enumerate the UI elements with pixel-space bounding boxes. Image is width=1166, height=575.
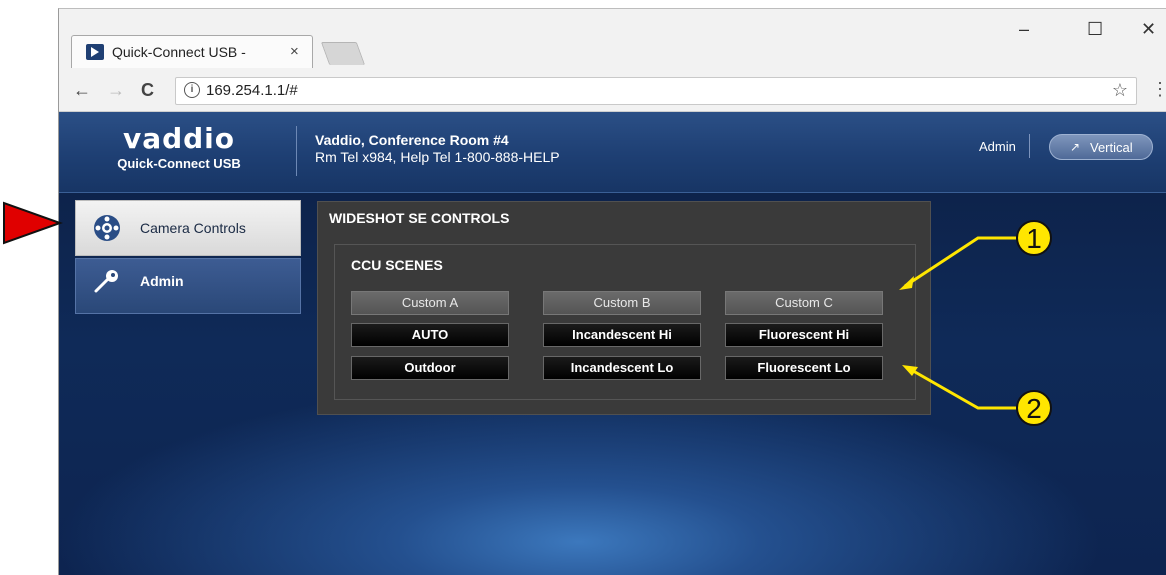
window-close-button[interactable]: ✕ [1141, 19, 1156, 40]
tab-title: Quick-Connect USB - [112, 44, 246, 60]
panel-title: WIDESHOT SE CONTROLS [329, 210, 510, 226]
fluorescent-hi-button[interactable]: Fluorescent Hi [725, 323, 883, 347]
custom-a-button[interactable]: Custom A [351, 291, 509, 315]
custom-c-button[interactable]: Custom C [725, 291, 883, 315]
logo-subtitle: Quick-Connect USB [117, 156, 241, 171]
browser-toolbar: ← → C i 169.254.1.1/# ☆ ⋮ [59, 71, 1166, 112]
vertical-label: Vertical [1090, 140, 1133, 155]
bookmark-star-icon[interactable]: ☆ [1112, 80, 1128, 101]
pointer-arrow-icon [3, 201, 63, 245]
custom-b-button[interactable]: Custom B [543, 291, 701, 315]
vertical-layout-icon: ↗ [1070, 140, 1081, 154]
outdoor-button[interactable]: Outdoor [351, 356, 509, 380]
vaddio-logo: vaddio Quick-Connect USB [89, 122, 269, 172]
minimize-button[interactable]: – [1019, 19, 1029, 40]
vaddio-favicon-icon [86, 44, 104, 60]
browser-tab[interactable]: Quick-Connect USB - × [71, 35, 313, 68]
back-arrow-icon[interactable]: ← [73, 80, 91, 101]
auto-button[interactable]: AUTO [351, 323, 509, 347]
ccu-scenes-group: CCU SCENES Custom A Custom B Custom C AU… [334, 244, 916, 400]
sidebar-item-label: Admin [140, 273, 184, 289]
new-tab-button[interactable] [320, 42, 366, 65]
reload-icon[interactable]: C [141, 80, 154, 101]
sidebar-item-admin[interactable]: Admin [75, 258, 301, 314]
fluorescent-lo-button[interactable]: Fluorescent Lo [725, 356, 883, 380]
vertical-layout-button[interactable]: ↗ Vertical [1049, 134, 1153, 160]
incandescent-lo-button[interactable]: Incandescent Lo [543, 356, 701, 380]
browser-menu-icon[interactable]: ⋮ [1151, 79, 1166, 100]
app-header: vaddio Quick-Connect USB Vaddio, Confere… [59, 112, 1166, 193]
room-title: Vaddio, Conference Room #4 [315, 132, 509, 148]
url-text[interactable]: 169.254.1.1/# [206, 82, 298, 99]
logo-text: vaddio [122, 122, 236, 155]
room-contact: Rm Tel x984, Help Tel 1-800-888-HELP [315, 149, 560, 165]
group-title: CCU SCENES [351, 257, 443, 273]
forward-arrow-icon[interactable]: → [107, 80, 125, 101]
wideshot-controls-panel: WIDESHOT SE CONTROLS CCU SCENES Custom A… [317, 201, 931, 415]
maximize-button[interactable]: ☐ [1087, 19, 1103, 40]
header-divider [296, 126, 297, 176]
browser-titlebar: Quick-Connect USB - × – ☐ ✕ [59, 9, 1166, 71]
tab-close-icon[interactable]: × [290, 43, 299, 60]
incandescent-hi-button[interactable]: Incandescent Hi [543, 323, 701, 347]
header-divider-right [1029, 134, 1030, 158]
camera-controls-icon [94, 215, 120, 241]
info-icon[interactable]: i [184, 82, 200, 98]
sidebar-item-label: Camera Controls [140, 220, 246, 236]
user-admin-label[interactable]: Admin [979, 139, 1016, 154]
sidebar: Camera Controls Admin [75, 200, 301, 316]
address-bar[interactable]: i 169.254.1.1/# ☆ [175, 77, 1137, 105]
app-page: vaddio Quick-Connect USB Vaddio, Confere… [59, 112, 1166, 575]
key-icon [94, 270, 118, 293]
browser-window: Quick-Connect USB - × – ☐ ✕ ← → C i 169.… [58, 8, 1166, 575]
sidebar-item-camera-controls[interactable]: Camera Controls [75, 200, 301, 256]
